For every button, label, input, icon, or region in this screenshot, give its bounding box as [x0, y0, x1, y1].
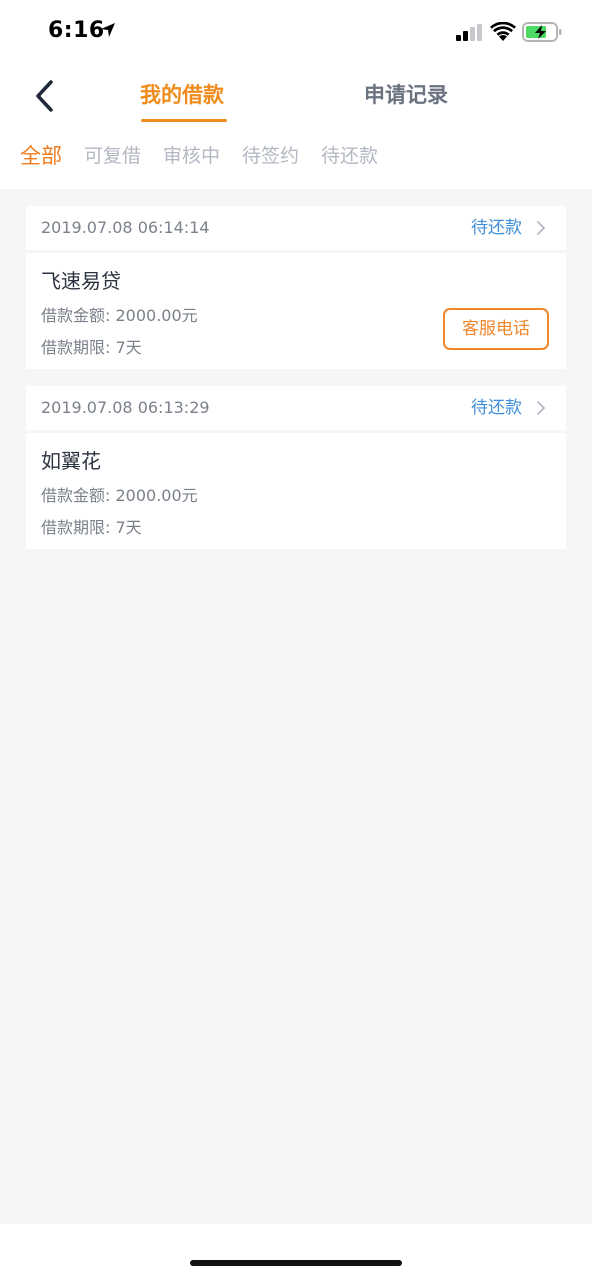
loan-card-body: 如翼花 借款金额: 2000.00元 借款期限: 7天: [26, 433, 566, 549]
status-bar: 6:16: [0, 0, 592, 64]
filter-pending-repayment[interactable]: 待还款: [321, 140, 378, 172]
loan-card-header[interactable]: 2019.07.08 06:13:29 待还款: [26, 386, 566, 430]
loan-term: 借款期限: 7天: [41, 518, 142, 537]
loan-term: 借款期限: 7天: [41, 338, 142, 357]
customer-service-button[interactable]: 客服电话: [443, 308, 549, 350]
loan-time: 2019.07.08 06:13:29: [41, 398, 210, 417]
back-button[interactable]: [24, 74, 64, 118]
loan-card: 2019.07.08 06:13:29 待还款 如翼花 借款金额: 2000.0…: [26, 386, 566, 549]
tab-application-records[interactable]: 申请记录: [364, 80, 448, 110]
wifi-icon: [490, 22, 516, 41]
filter-all[interactable]: 全部: [20, 140, 62, 172]
filter-reborrowable[interactable]: 可复借: [84, 140, 141, 172]
active-tab-underline: [141, 119, 227, 122]
filter-under-review[interactable]: 审核中: [163, 140, 220, 172]
loan-product-name: 飞速易贷: [41, 269, 121, 293]
loan-amount: 借款金额: 2000.00元: [41, 306, 198, 325]
loan-status: 待还款: [471, 398, 522, 418]
cellular-signal-icon: [456, 24, 482, 41]
battery-charging-icon: [522, 22, 562, 42]
chevron-left-icon: [36, 80, 53, 112]
location-arrow-icon: [101, 23, 115, 37]
loan-card-body: 飞速易贷 借款金额: 2000.00元 借款期限: 7天 客服电话: [26, 253, 566, 369]
tab-my-loans[interactable]: 我的借款: [140, 80, 224, 110]
loan-card-header[interactable]: 2019.07.08 06:14:14 待还款: [26, 206, 566, 250]
chevron-right-icon: [537, 401, 545, 415]
status-time: 6:16: [48, 18, 105, 43]
loan-time: 2019.07.08 06:14:14: [41, 218, 210, 237]
loan-product-name: 如翼花: [41, 449, 101, 473]
bottom-bar: [0, 1224, 592, 1280]
filter-tabs: 全部 可复借 审核中 待签约 待还款: [20, 140, 378, 172]
loan-status: 待还款: [471, 218, 522, 238]
chevron-right-icon: [537, 221, 545, 235]
loan-card: 2019.07.08 06:14:14 待还款 飞速易贷 借款金额: 2000.…: [26, 206, 566, 369]
filter-pending-sign[interactable]: 待签约: [242, 140, 299, 172]
home-indicator[interactable]: [190, 1260, 402, 1266]
loan-amount: 借款金额: 2000.00元: [41, 486, 198, 505]
